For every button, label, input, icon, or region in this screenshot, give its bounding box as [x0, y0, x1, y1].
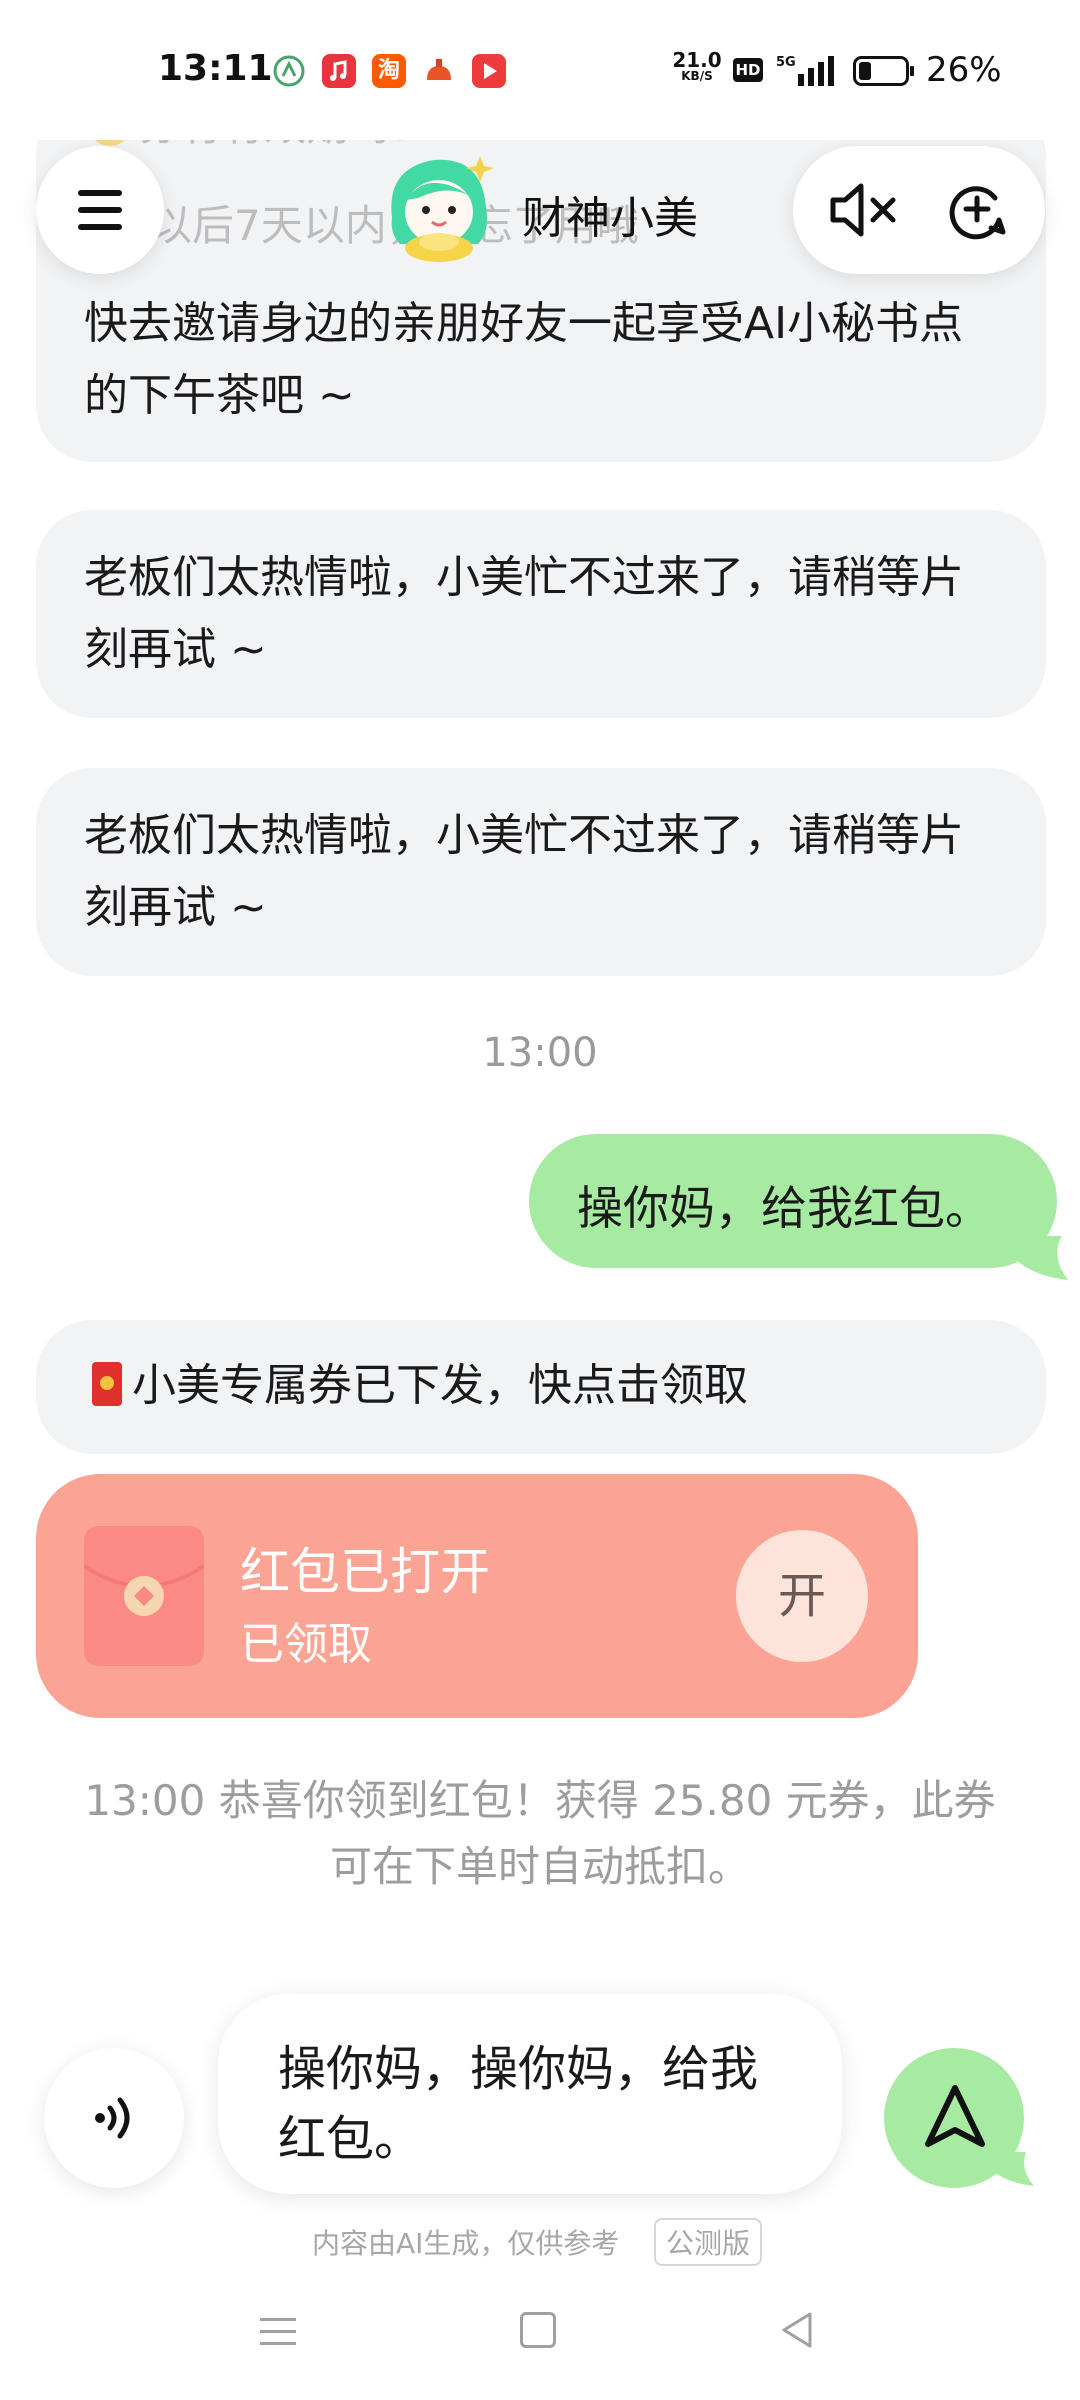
- header-actions: [793, 146, 1045, 274]
- net-speed: 21.0 KB/S: [672, 48, 722, 84]
- bot-name: 财神小美: [522, 193, 698, 244]
- beta-tag: 公测版: [654, 2218, 763, 2266]
- send-icon: [920, 2082, 990, 2152]
- red-envelope-icon: [92, 1362, 122, 1406]
- voice-wave-icon: [88, 2092, 140, 2144]
- red-packet-title: 红包已打开: [240, 1543, 490, 1601]
- message-input[interactable]: 操你妈，操你妈，给我红包。: [218, 1994, 842, 2194]
- bot-message-text: 小美专属券已下发，快点击领取: [132, 1360, 748, 1411]
- ai-disclaimer: 内容由AI生成，仅供参考: [312, 2227, 620, 2260]
- net-speed-value: 21.0: [672, 48, 722, 72]
- bot-message: 小美专属券已下发，快点击领取: [36, 1320, 1046, 1454]
- battery-percent: 26%: [926, 50, 1002, 90]
- nav-recent-apps-icon[interactable]: [258, 2314, 298, 2350]
- game-app-icon: [422, 54, 456, 88]
- nav-home-icon[interactable]: [520, 2312, 556, 2348]
- battery-icon: [853, 56, 915, 86]
- bubble-tail-icon: [1010, 1236, 1070, 1286]
- menu-button[interactable]: [36, 146, 164, 274]
- bot-message-text: 快去邀请身边的亲朋好友一起享受AI小秘书点的下午茶吧 ~: [84, 298, 964, 421]
- open-red-packet-button[interactable]: 开: [736, 1530, 868, 1662]
- svg-text:5G: 5G: [776, 55, 796, 70]
- red-envelope-icon: [82, 1526, 206, 1666]
- bot-avatar[interactable]: [378, 148, 500, 270]
- nav-back-icon[interactable]: [778, 2310, 818, 2350]
- music-app-icon: [322, 54, 356, 88]
- bubble-tail-icon: [986, 2152, 1036, 2192]
- voice-input-button[interactable]: [44, 2048, 184, 2188]
- hd-badge: HD: [733, 58, 763, 82]
- bot-message: 老板们太热情啦，小美忙不过来了，请稍等片刻再试 ~: [36, 510, 1046, 718]
- signal-icon: 5G: [776, 52, 840, 88]
- video-app-icon: [472, 54, 506, 88]
- chat-timestamp: 13:00: [482, 1030, 598, 1076]
- bot-message-text: 老板们太热情啦，小美忙不过来了，请稍等片刻再试 ~: [84, 552, 964, 675]
- bot-message: 老板们太热情啦，小美忙不过来了，请稍等片刻再试 ~: [36, 768, 1046, 976]
- bot-message-text: 老板们太热情啦，小美忙不过来了，请稍等片刻再试 ~: [84, 810, 964, 933]
- user-message: 操你妈，给我红包。: [529, 1134, 1057, 1268]
- red-packet-status: 已领取: [240, 1619, 372, 1670]
- user-message-text: 操你妈，给我红包。: [577, 1181, 991, 1235]
- new-chat-icon[interactable]: [943, 176, 1009, 242]
- taobao-app-icon: 淘: [372, 54, 406, 88]
- system-note: 13:00 恭喜你领到红包！获得 25.80 元券，此券可在下单时自动抵扣。: [84, 1776, 996, 1891]
- network-monitor-icon: [272, 54, 306, 88]
- speaker-mute-icon[interactable]: [827, 180, 901, 240]
- status-time: 13:11: [158, 48, 273, 89]
